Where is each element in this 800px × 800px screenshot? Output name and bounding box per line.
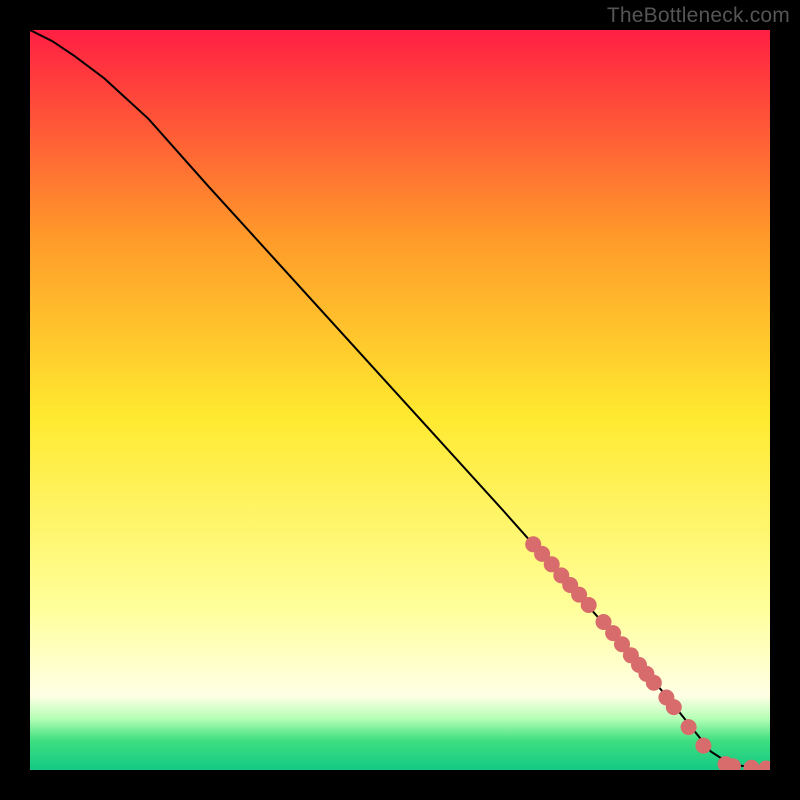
chart-frame: TheBottleneck.com [0,0,800,800]
data-marker [646,675,662,691]
attribution-label: TheBottleneck.com [607,4,790,28]
data-marker [666,699,682,715]
gradient-background [30,30,770,770]
data-marker [681,719,697,735]
data-marker [695,738,711,754]
chart-svg [30,30,770,770]
plot-area [30,30,770,770]
data-marker [581,597,597,613]
